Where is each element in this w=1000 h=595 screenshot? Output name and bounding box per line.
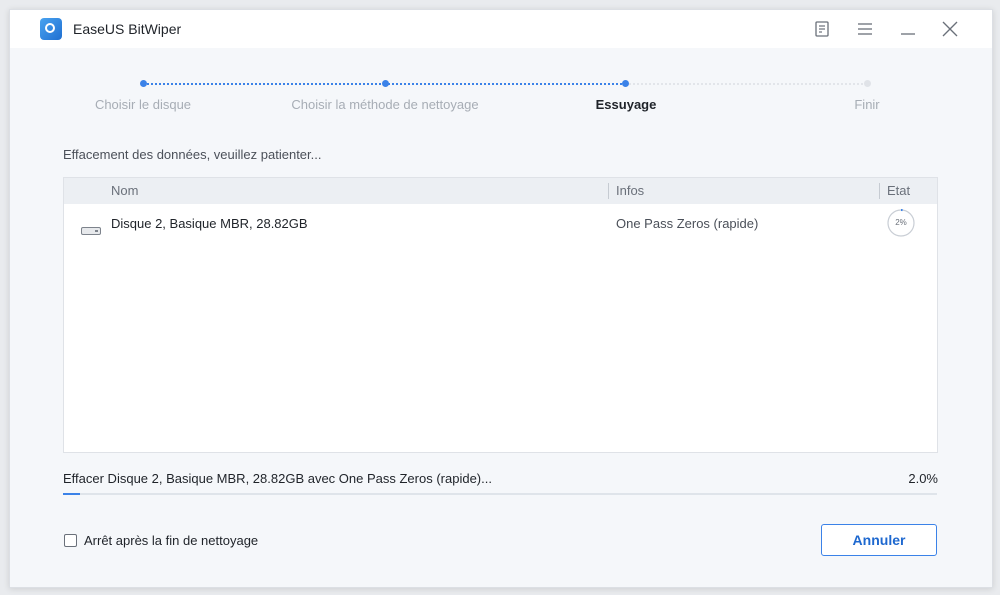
step-label-finish: Finir <box>854 97 880 112</box>
step-dot-2 <box>382 80 389 87</box>
progress-ring-label: 2% <box>895 218 907 227</box>
table-header: Nom Infos Etat <box>64 178 937 204</box>
step-connector <box>629 83 867 85</box>
step-label-wiping: Essuyage <box>595 97 657 112</box>
stop-after-checkbox[interactable] <box>64 534 77 547</box>
step-connector <box>147 83 385 85</box>
step-indicator: Choisir le disque Choisir la méthode de … <box>10 10 992 130</box>
column-header-status: Etat <box>887 183 911 198</box>
progress-ring: 2% <box>886 208 916 238</box>
disk-drive-icon <box>81 222 101 235</box>
status-message: Effacement des données, veuillez patient… <box>63 147 322 162</box>
operation-description: Effacer Disque 2, Basique MBR, 28.82GB a… <box>63 471 492 486</box>
wipe-method: One Pass Zeros (rapide) <box>616 216 759 231</box>
stop-after-option[interactable]: Arrêt après la fin de nettoyage <box>64 533 258 548</box>
step-dot-1 <box>140 80 147 87</box>
progress-percent: 2.0% <box>908 471 938 486</box>
cancel-button[interactable]: Annuler <box>821 524 937 556</box>
progress-bar-fill <box>63 493 81 495</box>
progress-bar <box>63 493 937 495</box>
column-divider <box>879 183 880 199</box>
step-label-choose-disk: Choisir le disque <box>94 97 192 112</box>
table-row[interactable]: Disque 2, Basique MBR, 28.82GB One Pass … <box>64 204 937 244</box>
step-label-choose-method: Choisir la méthode de nettoyage <box>291 97 479 112</box>
column-header-name: Nom <box>111 183 139 198</box>
app-window: EaseUS BitWiper Choisir le disque Choisi… <box>9 9 993 588</box>
step-connector <box>388 83 626 85</box>
column-header-info: Infos <box>616 183 645 198</box>
step-dot-4 <box>864 80 871 87</box>
column-divider <box>608 183 609 199</box>
disk-table: Nom Infos Etat Disque 2, Basique MBR, 28… <box>63 177 938 453</box>
disk-name: Disque 2, Basique MBR, 28.82GB <box>111 216 308 231</box>
step-dot-3 <box>622 80 629 87</box>
stop-after-label: Arrêt après la fin de nettoyage <box>84 533 259 548</box>
